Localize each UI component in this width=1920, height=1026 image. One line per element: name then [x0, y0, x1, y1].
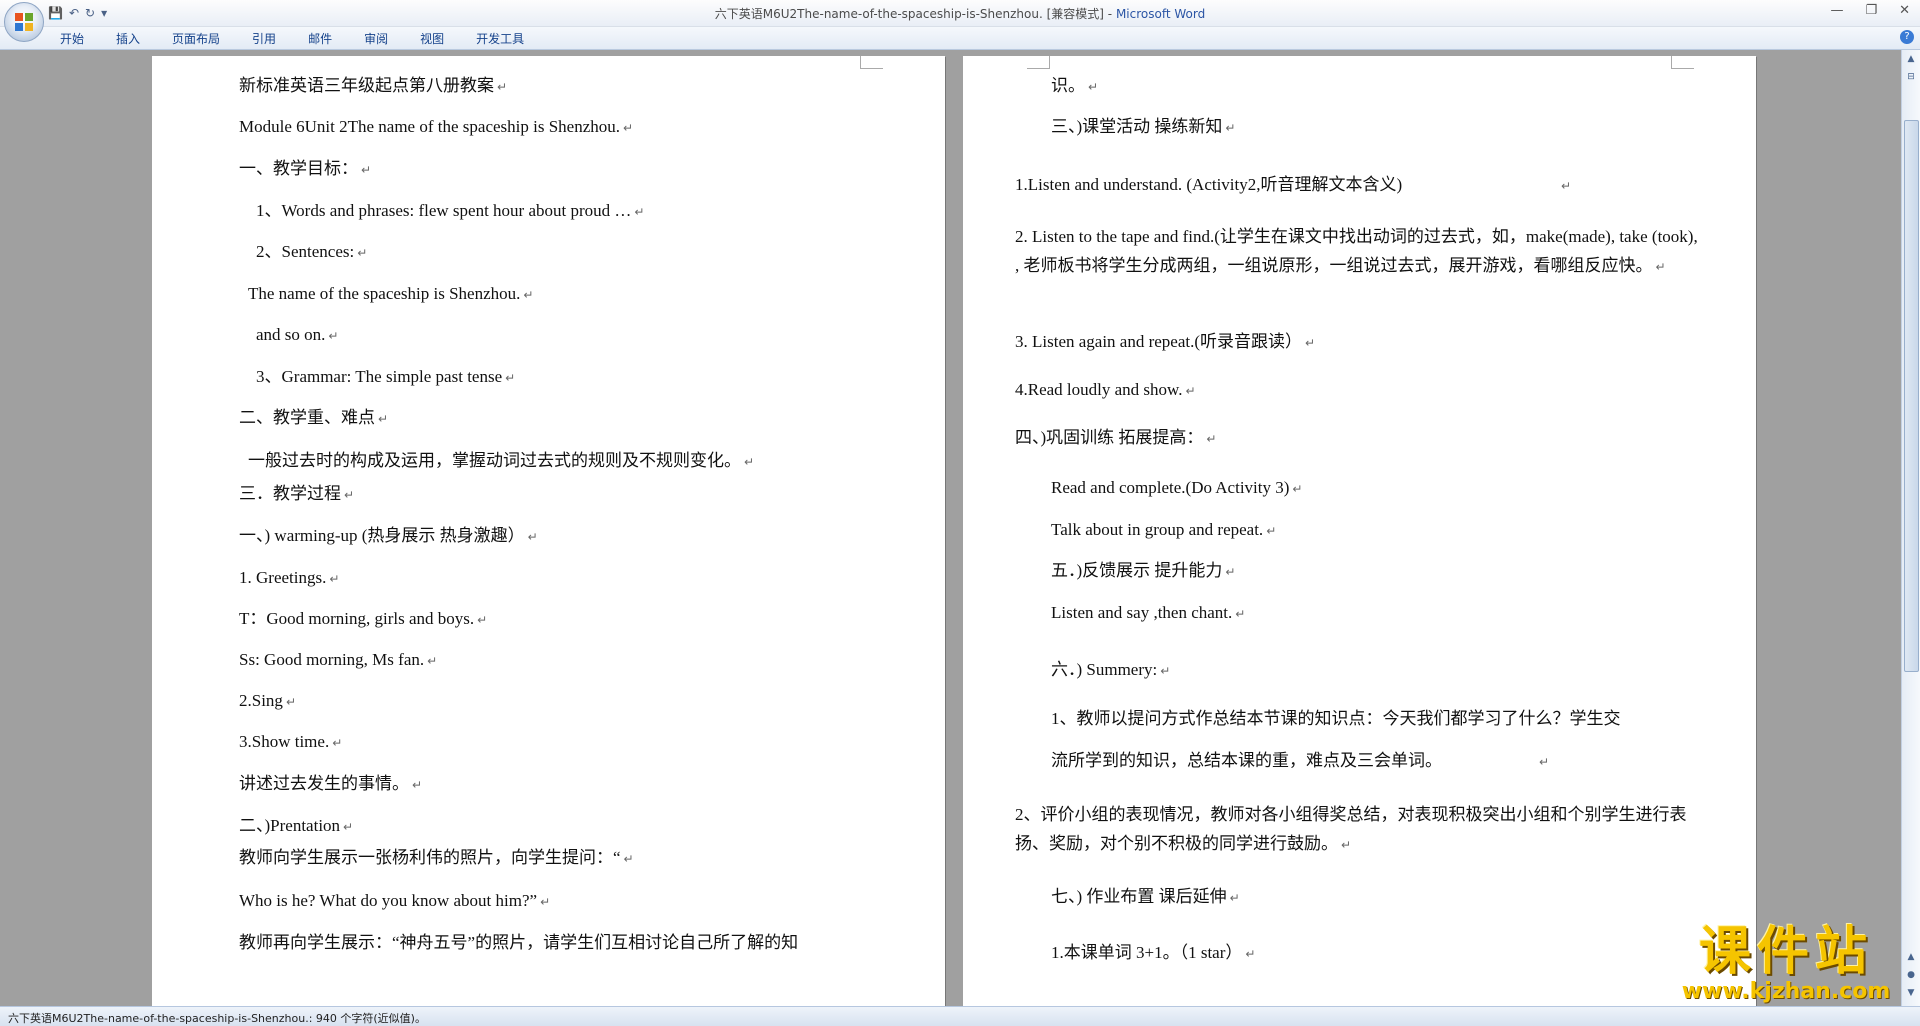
doc-line: Talk about in group and repeat. ↵	[1051, 520, 1277, 539]
scrollbar-thumb[interactable]	[1904, 120, 1919, 672]
window-title: 六下英语M6U2The-name-of-the-spaceship-is-She…	[0, 5, 1920, 22]
doc-line: The name of the spaceship is Shenzhou. ↵	[248, 284, 534, 303]
doc-line: 一般过去时的构成及运用，掌握动词过去式的规则及不规则变化。 ↵	[248, 451, 755, 470]
app-name: Microsoft Word	[1115, 7, 1206, 21]
ribbon: 开始 插入 页面布局 引用 邮件 审阅 视图 开发工具 ?	[0, 27, 1920, 50]
restore-button[interactable]: ❐	[1865, 3, 1877, 18]
document-name: 六下英语M6U2The-name-of-the-spaceship-is-She…	[714, 7, 1116, 21]
doc-line: 2.Sing ↵	[239, 691, 296, 710]
doc-line: 流所学到的知识，总结本课的重，难点及三会单词。	[1051, 751, 1442, 770]
doc-line: 二、教学重、难点 ↵	[239, 408, 389, 427]
scroll-up-icon[interactable]: ▲	[1904, 52, 1918, 66]
doc-line: 3、Grammar: The simple past tense ↵	[256, 367, 516, 386]
doc-line: 1. Greetings. ↵	[239, 568, 340, 587]
doc-line: 讲述过去发生的事情。 ↵	[239, 774, 423, 793]
minimize-button[interactable]: —	[1830, 3, 1843, 18]
margin-corner-mark	[1027, 56, 1050, 69]
doc-line: 3. Listen again and repeat.(听录音跟读） ↵	[1015, 332, 1316, 351]
next-page-icon[interactable]: ▼	[1904, 986, 1918, 1000]
doc-line: 1.本课单词 3+1。（1 star） ↵	[1051, 943, 1256, 962]
doc-line: 一、) warming-up (热身展示 热身激趣） ↵	[239, 526, 538, 545]
status-text: 六下英语M6U2The-name-of-the-spaceship-is-She…	[8, 1012, 426, 1025]
doc-line: 识。 ↵	[1051, 76, 1099, 95]
doc-line: 1.Listen and understand. (Activity2,听音理解…	[1015, 175, 1403, 194]
vertical-scrollbar[interactable]: ▲ ⊟ ▲ ● ▼	[1901, 50, 1920, 1006]
doc-line: ↵	[1561, 179, 1572, 193]
previous-page-icon[interactable]: ▲	[1904, 950, 1918, 964]
tab-mailings[interactable]: 邮件	[308, 30, 332, 47]
doc-line: 一、教学目标： ↵	[239, 159, 372, 178]
doc-line: Read and complete.(Do Activity 3) ↵	[1051, 478, 1303, 497]
tab-review[interactable]: 审阅	[364, 30, 388, 47]
tab-view[interactable]: 视图	[420, 30, 444, 47]
title-bar: 💾 ↶ ↻ ▾ 六下英语M6U2The-name-of-the-spaceshi…	[0, 0, 1920, 27]
doc-line: 六．) Summery: ↵	[1051, 660, 1171, 679]
watermark-main-text: 课件站	[1698, 922, 1873, 982]
tab-home[interactable]: 开始	[60, 30, 84, 47]
doc-line: 3.Show time. ↵	[239, 732, 343, 751]
doc-line: 二、)Prentation ↵	[239, 816, 354, 835]
doc-line: Ss: Good morning, Ms fan. ↵	[239, 650, 438, 669]
tab-developer[interactable]: 开发工具	[476, 30, 524, 47]
page-right[interactable]: 识。 ↵ 三、)课堂活动 操练新知 ↵ 1.Listen and understan…	[963, 56, 1756, 1006]
doc-paragraph: 2. Listen to the tape and find.(让学生在课文中找…	[1015, 227, 1698, 275]
tab-references[interactable]: 引用	[252, 30, 276, 47]
doc-paragraph: 2、评价小组的表现情况，教师对各小组得奖总结，对表现积极突出小组和个别学生进行表…	[1015, 805, 1687, 853]
doc-title: 新标准英语三年级起点第八册教案 ↵	[239, 76, 508, 95]
margin-corner-mark	[860, 56, 883, 69]
doc-line: Module 6Unit 2The name of the spaceship …	[239, 117, 634, 136]
doc-line: 五．)反馈展示 提升能力 ↵	[1051, 561, 1236, 580]
doc-line: 1、Words and phrases: flew spent hour abo…	[256, 201, 645, 220]
page-left[interactable]: 新标准英语三年级起点第八册教案 ↵ Module 6Unit 2The name …	[152, 56, 945, 1006]
doc-line: Who is he? What do you know about him?” ↵	[239, 891, 551, 910]
close-button[interactable]: ✕	[1899, 3, 1910, 18]
doc-line: 三．教学过程 ↵	[239, 484, 355, 503]
window-controls: — ❐ ✕	[1830, 3, 1910, 18]
doc-line: and so on. ↵	[256, 325, 339, 344]
ribbon-tabs: 开始 插入 页面布局 引用 邮件 审阅 视图 开发工具	[60, 30, 524, 47]
watermark-url: www.kjzhan.com	[1681, 979, 1891, 1004]
select-browse-object-icon[interactable]: ●	[1904, 968, 1918, 982]
document-area[interactable]: 新标准英语三年级起点第八册教案 ↵ Module 6Unit 2The name …	[0, 50, 1902, 1006]
tab-insert[interactable]: 插入	[116, 30, 140, 47]
tab-page-layout[interactable]: 页面布局	[172, 30, 220, 47]
doc-line: 1、教师以提问方式作总结本节课的知识点：今天我们都学习了什么？学生交	[1051, 709, 1621, 728]
doc-line: 教师向学生展示一张杨利伟的照片，向学生提问：“ ↵	[239, 848, 634, 867]
doc-line: 4.Read loudly and show. ↵	[1015, 380, 1196, 399]
doc-line: ↵	[1539, 755, 1550, 769]
office-button[interactable]	[4, 2, 44, 42]
doc-line: 三、)课堂活动 操练新知 ↵	[1051, 117, 1236, 136]
doc-line: 2、Sentences: ↵	[256, 242, 368, 261]
ruler-toggle-icon[interactable]: ⊟	[1904, 70, 1918, 84]
watermark-logo: 课件站 www.kjzhan.com	[1668, 924, 1904, 1006]
status-bar: 六下英语M6U2The-name-of-the-spaceship-is-She…	[0, 1006, 1920, 1026]
doc-line: 教师再向学生展示：“神舟五号”的照片，请学生们互相讨论自己所了解的知	[239, 933, 799, 952]
office-logo-icon	[15, 13, 33, 31]
margin-corner-mark	[1671, 56, 1694, 69]
doc-line: Listen and say ,then chant. ↵	[1051, 603, 1246, 622]
doc-line: 七、) 作业布置 课后延伸 ↵	[1051, 887, 1240, 906]
help-icon[interactable]: ?	[1900, 30, 1914, 44]
doc-line: 四、)巩固训练 拓展提高： ↵	[1015, 428, 1217, 447]
doc-line: T：Good morning, girls and boys. ↵	[239, 609, 488, 628]
